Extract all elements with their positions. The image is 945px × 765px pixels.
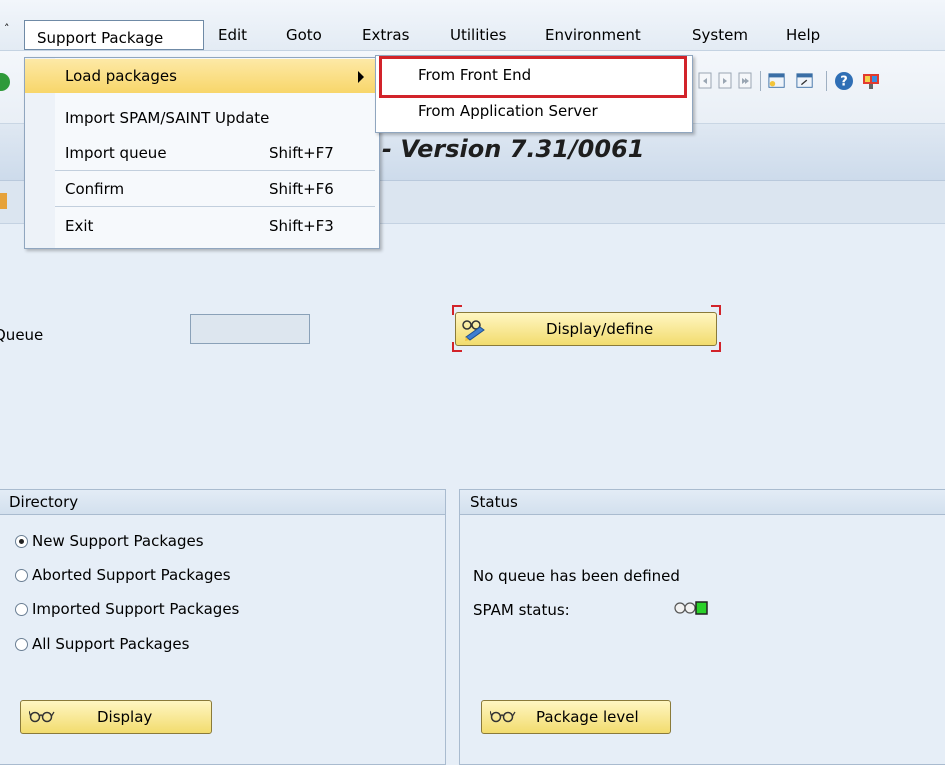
page-last-icon[interactable] — [736, 71, 754, 91]
menu-extras[interactable]: Extras — [362, 26, 409, 44]
page-next-icon[interactable] — [716, 71, 734, 91]
help-icon[interactable]: ? — [834, 71, 854, 91]
callout-highlight-box — [379, 56, 687, 98]
menu-utilities[interactable]: Utilities — [450, 26, 506, 44]
menu-help[interactable]: Help — [786, 26, 820, 44]
focus-corner — [452, 305, 462, 315]
radio-icon — [15, 638, 28, 651]
radio-imported-support-packages[interactable]: Imported Support Packages — [15, 600, 239, 618]
radio-selected-icon — [15, 535, 28, 548]
radio-label: Imported Support Packages — [32, 600, 240, 618]
queue-field[interactable] — [190, 314, 310, 344]
enter-icon[interactable] — [0, 73, 10, 91]
radio-new-support-packages[interactable]: New Support Packages — [15, 532, 204, 550]
radio-label: All Support Packages — [32, 635, 190, 653]
menu-separator — [55, 170, 375, 171]
menu-item-import-spam-saint-update[interactable]: Import SPAM/SAINT Update — [25, 101, 377, 135]
status-title: Status — [470, 493, 518, 511]
support-package-dropdown: Load packages Import SPAM/SAINT Update I… — [24, 57, 380, 249]
status-message: No queue has been defined — [473, 567, 680, 585]
menu-support-package[interactable]: Support Package — [24, 20, 204, 50]
menu-item-load-packages[interactable]: Load packages — [25, 59, 377, 93]
menu-system[interactable]: System — [692, 26, 748, 44]
spam-status-label: SPAM status: — [473, 601, 570, 619]
radio-label: New Support Packages — [32, 532, 204, 550]
create-session-icon[interactable] — [768, 71, 786, 91]
menu-item-label: From Application Server — [418, 102, 598, 120]
menu-item-label: Exit — [65, 217, 94, 235]
radio-all-support-packages[interactable]: All Support Packages — [15, 635, 189, 653]
customize-layout-icon[interactable] — [862, 71, 880, 91]
menu-item-shortcut: Shift+F3 — [269, 217, 334, 235]
menu-item-label: Confirm — [65, 180, 125, 198]
menu-bar: ˄ Support Package Edit Goto Extras Utili… — [0, 0, 945, 51]
menu-item-label: Import SPAM/SAINT Update — [65, 109, 270, 127]
package-level-button[interactable]: Package level — [481, 700, 671, 734]
menu-environment[interactable]: Environment — [545, 26, 641, 44]
traffic-light-icon — [674, 601, 708, 615]
display-define-label: Display/define — [546, 320, 654, 338]
menu-item-label: Import queue — [65, 144, 167, 162]
menu-item-exit[interactable]: Exit Shift+F3 — [25, 209, 377, 243]
menu-item-confirm[interactable]: Confirm Shift+F6 — [25, 172, 377, 206]
menu-support-package-label: Support Package — [37, 29, 164, 47]
menu-item-shortcut: Shift+F7 — [269, 144, 334, 162]
toolbar-divider — [760, 71, 761, 91]
focus-corner — [711, 342, 721, 352]
display-button[interactable]: Display — [20, 700, 212, 734]
radio-icon — [15, 603, 28, 616]
package-level-label: Package level — [536, 708, 639, 726]
menu-item-import-queue[interactable]: Import queue Shift+F7 — [25, 136, 377, 170]
submenu-arrow-icon — [358, 71, 364, 83]
page-back-icon[interactable] — [696, 71, 714, 91]
page-title: - Version 7.31/0061 — [382, 135, 645, 163]
display-define-button[interactable]: Display/define — [455, 312, 717, 346]
package-icon[interactable] — [0, 193, 7, 209]
menu-item-from-application-server[interactable]: From Application Server — [376, 94, 690, 130]
glasses-icon — [29, 710, 55, 723]
toolbar-divider — [826, 71, 827, 91]
radio-aborted-support-packages[interactable]: Aborted Support Packages — [15, 566, 231, 584]
focus-corner — [711, 305, 721, 315]
menu-separator — [55, 206, 375, 207]
menu-edit[interactable]: Edit — [218, 26, 247, 44]
directory-group-header: Directory — [0, 490, 445, 515]
shortcut-icon[interactable] — [796, 71, 814, 91]
queue-label: Queue — [0, 326, 44, 344]
menu-item-shortcut: Shift+F6 — [269, 180, 334, 198]
status-group: Status No queue has been defined SPAM st… — [459, 489, 945, 765]
status-group-header: Status — [460, 490, 945, 515]
directory-group: Directory New Support Packages Aborted S… — [0, 489, 446, 765]
focus-corner — [452, 342, 462, 352]
glasses-icon — [490, 710, 516, 723]
radio-icon — [15, 569, 28, 582]
display-change-icon — [462, 320, 485, 341]
display-button-label: Display — [97, 708, 153, 726]
menu-goto[interactable]: Goto — [286, 26, 322, 44]
radio-label: Aborted Support Packages — [32, 566, 231, 584]
directory-title: Directory — [9, 493, 79, 511]
menu-item-label: Load packages — [65, 67, 177, 85]
menu-edge-mark: ˄ — [4, 22, 10, 35]
svg-text:?: ? — [840, 75, 848, 90]
